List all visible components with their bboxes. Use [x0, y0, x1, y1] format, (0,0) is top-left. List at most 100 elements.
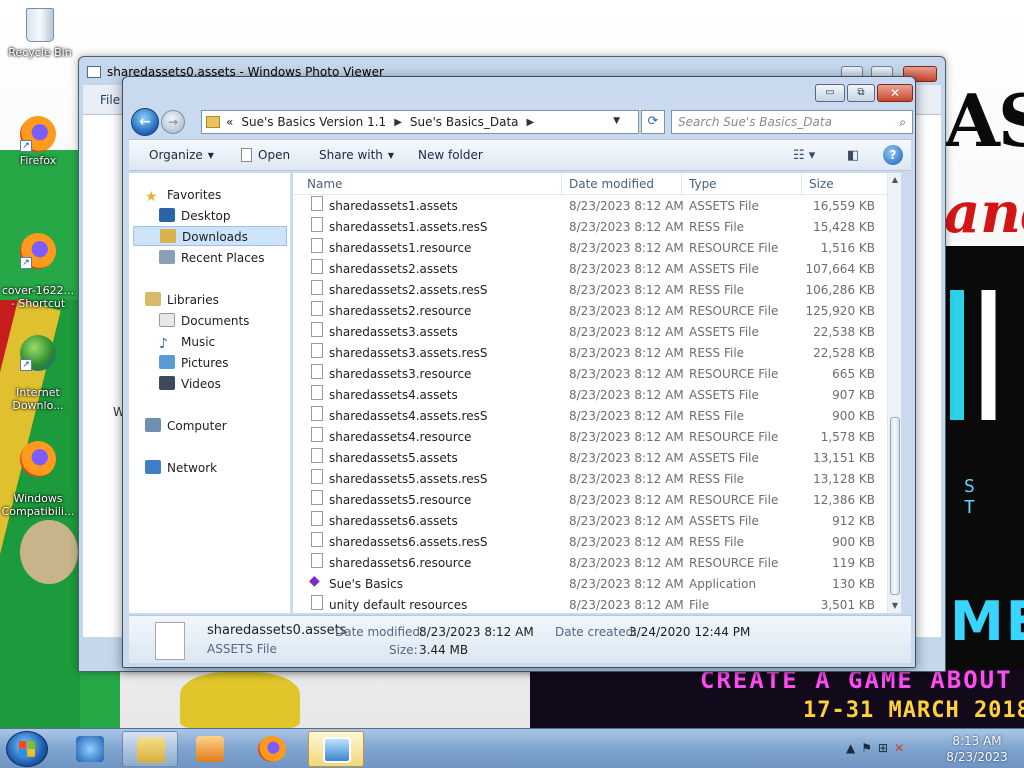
refresh-button[interactable]: ⟳: [641, 110, 665, 134]
photo-viewer-icon: [87, 66, 101, 78]
nav-computer[interactable]: Computer: [145, 416, 227, 436]
file-row[interactable]: sharedassets3.assets.resS 8/23/2023 8:12 …: [293, 343, 889, 364]
address-dropdown-icon[interactable]: ▼: [613, 116, 620, 126]
desktop-icon-windows-compat[interactable]: Windows Compatibili...: [0, 428, 76, 531]
file-date-modified: 8/23/2023 8:12 AM: [569, 535, 684, 549]
file-name: sharedassets3.resource: [329, 367, 472, 381]
column-divider[interactable]: [681, 173, 682, 195]
taskbar: ▲⚑⊞✕ 8:13 AM 8/23/2023: [0, 728, 1024, 768]
search-input[interactable]: Search Sue's Basics_Data ⌕: [671, 110, 913, 134]
taskbar-ie[interactable]: [62, 731, 118, 767]
share-with-button[interactable]: Share with ▼: [319, 148, 394, 162]
file-row[interactable]: sharedassets4.resource 8/23/2023 8:12 AM R…: [293, 427, 889, 448]
file-row[interactable]: sharedassets6.resource 8/23/2023 8:12 AM R…: [293, 553, 889, 574]
new-folder-button[interactable]: New folder: [418, 148, 483, 162]
scroll-down-icon[interactable]: ▼: [888, 599, 902, 613]
file-row[interactable]: sharedassets4.assets 8/23/2023 8:12 AM ASS…: [293, 385, 889, 406]
file-row[interactable]: sharedassets2.resource 8/23/2023 8:12 AM R…: [293, 301, 889, 322]
breadcrumb-item[interactable]: Sue's Basics_Data: [410, 115, 519, 129]
system-tray[interactable]: ▲⚑⊞✕: [846, 741, 910, 755]
nav-recent-places[interactable]: Recent Places: [159, 248, 264, 268]
desktop-icon-recycle-bin[interactable]: Recycle Bin: [2, 8, 78, 59]
file-row[interactable]: sharedassets6.assets.resS 8/23/2023 8:12 …: [293, 532, 889, 553]
forward-button[interactable]: →: [161, 110, 185, 134]
breadcrumb-overflow[interactable]: «: [226, 115, 233, 129]
file-row[interactable]: ◆ Sue's Basics 8/23/2023 8:12 AM Applicatio…: [293, 574, 889, 595]
taskbar-photo-viewer[interactable]: [308, 731, 364, 767]
desktop-icon-internet-download[interactable]: ↗ Internet Downlo...: [0, 322, 76, 425]
back-button[interactable]: ←: [131, 108, 159, 136]
change-view-icon[interactable]: ☷ ▾: [793, 148, 815, 163]
new-folder-label: New folder: [418, 148, 483, 162]
download-manager-icon: ↗: [20, 335, 56, 371]
breadcrumb-item[interactable]: Sue's Basics Version 1.1: [241, 115, 386, 129]
address-bar[interactable]: « Sue's Basics Version 1.1 ▶ Sue's Basic…: [201, 110, 639, 134]
breadcrumb-separator-icon[interactable]: ▶: [527, 117, 535, 128]
file-row[interactable]: sharedassets1.assets.resS 8/23/2023 8:12 …: [293, 217, 889, 238]
desktop-icon-firefox[interactable]: ↗ Firefox: [0, 116, 76, 167]
column-header-date[interactable]: Date modified: [569, 177, 654, 191]
scroll-up-icon[interactable]: ▲: [888, 173, 902, 187]
nav-documents[interactable]: Documents: [159, 311, 249, 331]
close-button[interactable]: ✕: [877, 84, 913, 102]
nav-network[interactable]: Network: [145, 458, 217, 478]
nav-favorites[interactable]: ★ Favorites: [145, 185, 221, 205]
nav-pictures[interactable]: Pictures: [159, 353, 229, 373]
file-row[interactable]: sharedassets2.assets 8/23/2023 8:12 AM ASS…: [293, 259, 889, 280]
help-icon[interactable]: ?: [883, 145, 903, 165]
column-divider[interactable]: [561, 173, 562, 195]
organize-button[interactable]: Organize ▼: [149, 148, 214, 162]
action-center-flag-icon[interactable]: ⚑: [861, 741, 878, 755]
wallpaper-banner: 17-31 MARCH 2018: [803, 698, 1024, 723]
file-row[interactable]: sharedassets3.resource 8/23/2023 8:12 AM R…: [293, 364, 889, 385]
network-icon[interactable]: ⊞: [878, 741, 894, 755]
taskbar-media-player[interactable]: [182, 731, 238, 767]
documents-icon: [159, 313, 175, 327]
volume-muted-icon[interactable]: ✕: [894, 741, 910, 755]
nav-desktop[interactable]: Desktop: [159, 206, 231, 226]
start-button[interactable]: [6, 731, 48, 767]
nav-videos[interactable]: Videos: [159, 374, 221, 394]
firefox-icon: [20, 441, 56, 477]
preview-pane-icon[interactable]: ◧: [847, 148, 859, 163]
column-header-name[interactable]: Name: [307, 177, 342, 191]
nav-libraries[interactable]: Libraries: [145, 290, 219, 310]
vertical-scrollbar[interactable]: ▲ ▼: [887, 173, 901, 613]
file-row[interactable]: sharedassets1.assets 8/23/2023 8:12 AM ASS…: [293, 196, 889, 217]
file-row[interactable]: sharedassets5.assets.resS 8/23/2023 8:12 …: [293, 469, 889, 490]
clock[interactable]: 8:13 AM 8/23/2023: [942, 733, 1012, 765]
file-date-modified: 8/23/2023 8:12 AM: [569, 493, 684, 507]
file-row[interactable]: sharedassets3.assets 8/23/2023 8:12 AM ASS…: [293, 322, 889, 343]
details-date-created: 3/24/2020 12:44 PM: [629, 625, 751, 639]
file-row[interactable]: sharedassets6.assets 8/23/2023 8:12 AM ASS…: [293, 511, 889, 532]
breadcrumb-separator-icon[interactable]: ▶: [394, 117, 402, 128]
taskbar-explorer[interactable]: [122, 731, 178, 767]
nav-downloads[interactable]: Downloads: [133, 226, 287, 246]
search-icon[interactable]: ⌕: [899, 111, 906, 133]
minimize-button[interactable]: ▭: [815, 84, 845, 102]
desktop-icon-cover-shortcut[interactable]: ↗ cover-1622... - Shortcut: [0, 220, 76, 323]
file-row[interactable]: unity default resources 8/23/2023 8:12 AM…: [293, 595, 889, 616]
file-icon: [311, 238, 323, 253]
file-date-modified: 8/23/2023 8:12 AM: [569, 241, 684, 255]
menu-file[interactable]: File: [100, 93, 120, 107]
internet-explorer-icon: [76, 736, 104, 762]
file-row[interactable]: sharedassets5.assets 8/23/2023 8:12 AM ASS…: [293, 448, 889, 469]
file-size: 3,501 KB: [820, 598, 875, 612]
explorer-window[interactable]: ▭ ⧉ ✕ ← → « Sue's Basics Version 1.1 ▶ S…: [122, 76, 916, 668]
scrollbar-thumb[interactable]: [890, 417, 900, 595]
file-icon: [311, 532, 323, 547]
show-hidden-icons-icon[interactable]: ▲: [846, 741, 861, 755]
file-row[interactable]: sharedassets2.assets.resS 8/23/2023 8:12 …: [293, 280, 889, 301]
file-row[interactable]: sharedassets1.resource 8/23/2023 8:12 AM R…: [293, 238, 889, 259]
nav-music[interactable]: ♪ Music: [159, 332, 215, 352]
file-row[interactable]: sharedassets5.resource 8/23/2023 8:12 AM R…: [293, 490, 889, 511]
column-header-size[interactable]: Size: [809, 177, 834, 191]
taskbar-firefox[interactable]: [244, 731, 300, 767]
command-bar: Organize ▼ Open Share with ▼ New folder ☷ …: [129, 139, 911, 171]
maximize-button[interactable]: ⧉: [847, 84, 875, 102]
column-header-type[interactable]: Type: [689, 177, 717, 191]
open-button[interactable]: Open: [241, 148, 290, 162]
file-row[interactable]: sharedassets4.assets.resS 8/23/2023 8:12 …: [293, 406, 889, 427]
column-divider[interactable]: [801, 173, 802, 195]
